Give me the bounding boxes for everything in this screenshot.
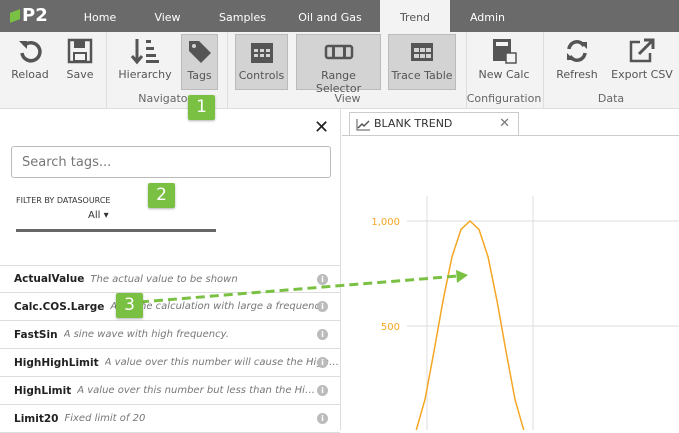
annotation-badge-1: 1: [188, 95, 215, 120]
annotation-arrow: [139, 270, 468, 304]
annotation-badge-3: 3: [116, 293, 143, 318]
annotation-badge-2: 2: [148, 183, 175, 208]
